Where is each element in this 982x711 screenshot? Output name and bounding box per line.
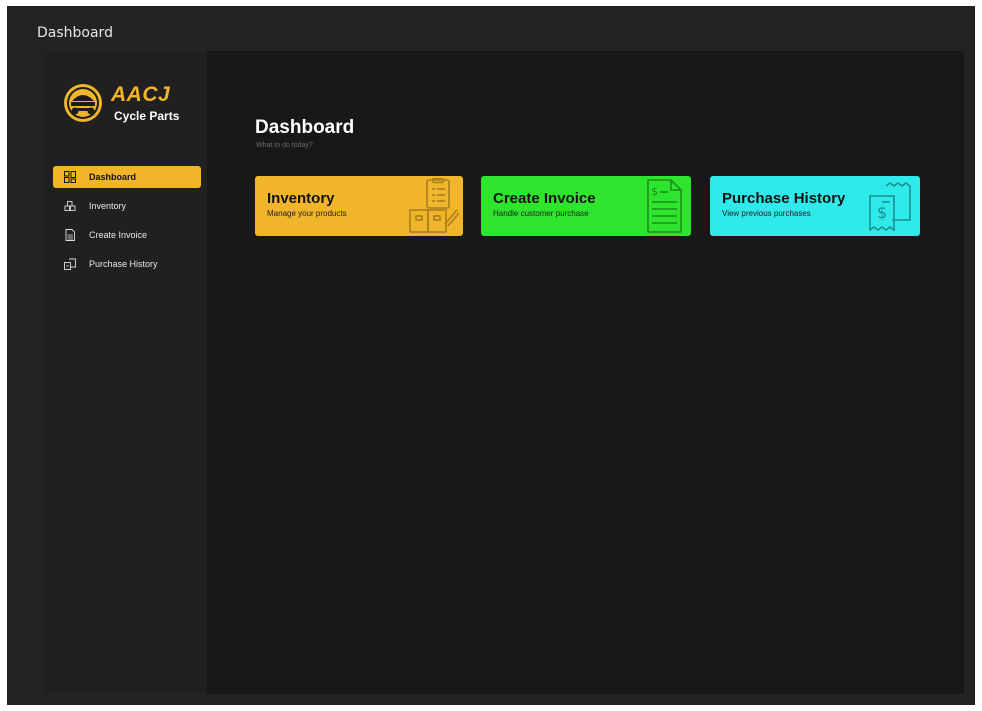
sidebar-item-label: Purchase History [89,259,158,269]
inventory-card[interactable]: Inventory Manage your products [255,176,463,236]
create-invoice-card[interactable]: Create Invoice Handle customer purchase … [481,176,691,236]
receipt-icon: $ [869,182,911,232]
sidebar-nav: Dashboard Inventory Create Invoice Purch… [53,166,201,282]
window-title: Dashboard [37,25,113,41]
card-title: Purchase History [722,190,846,207]
main-content: Dashboard What to do today? Inventory Ma… [207,51,964,694]
sidebar-item-dashboard[interactable]: Dashboard [53,166,201,188]
invoice-icon [65,229,75,241]
brand-badge-icon [64,84,102,122]
sidebar-item-label: Inventory [89,201,127,211]
sidebar-item-create-invoice[interactable]: Create Invoice [53,224,201,246]
sidebar-item-purchase-history[interactable]: Purchase History [53,253,201,275]
card-subtitle: View previous purchases [722,209,811,218]
svg-text:$: $ [651,185,658,198]
boxes-icon [64,201,76,211]
card-title: Create Invoice [493,190,596,207]
page-title: Dashboard [255,117,355,138]
purchase-history-card[interactable]: Purchase History View previous purchases… [710,176,920,236]
page-subtitle: What to do today? [256,142,313,149]
brand-logo[interactable]: AACJ Cycle Parts [61,79,201,139]
inventory-icon [409,178,460,233]
history-icon [64,258,76,270]
sidebar-item-label: Dashboard [89,172,137,182]
sidebar: AACJ Cycle Parts Dashboard Inventory Cre… [43,51,207,694]
sidebar-item-inventory[interactable]: Inventory [53,195,201,217]
card-subtitle: Manage your products [267,209,347,218]
svg-text:$: $ [877,203,887,222]
card-subtitle: Handle customer purchase [493,209,589,218]
sidebar-item-label: Create Invoice [89,230,148,240]
brand-subtitle: Cycle Parts [114,109,180,123]
card-title: Inventory [267,190,335,207]
grid-icon [64,171,76,183]
app-window: Dashboard AACJ Cycle Parts Dashboard Inv… [7,6,975,705]
invoice-document-icon: $ [647,179,682,233]
brand-name: AACJ [111,83,171,106]
